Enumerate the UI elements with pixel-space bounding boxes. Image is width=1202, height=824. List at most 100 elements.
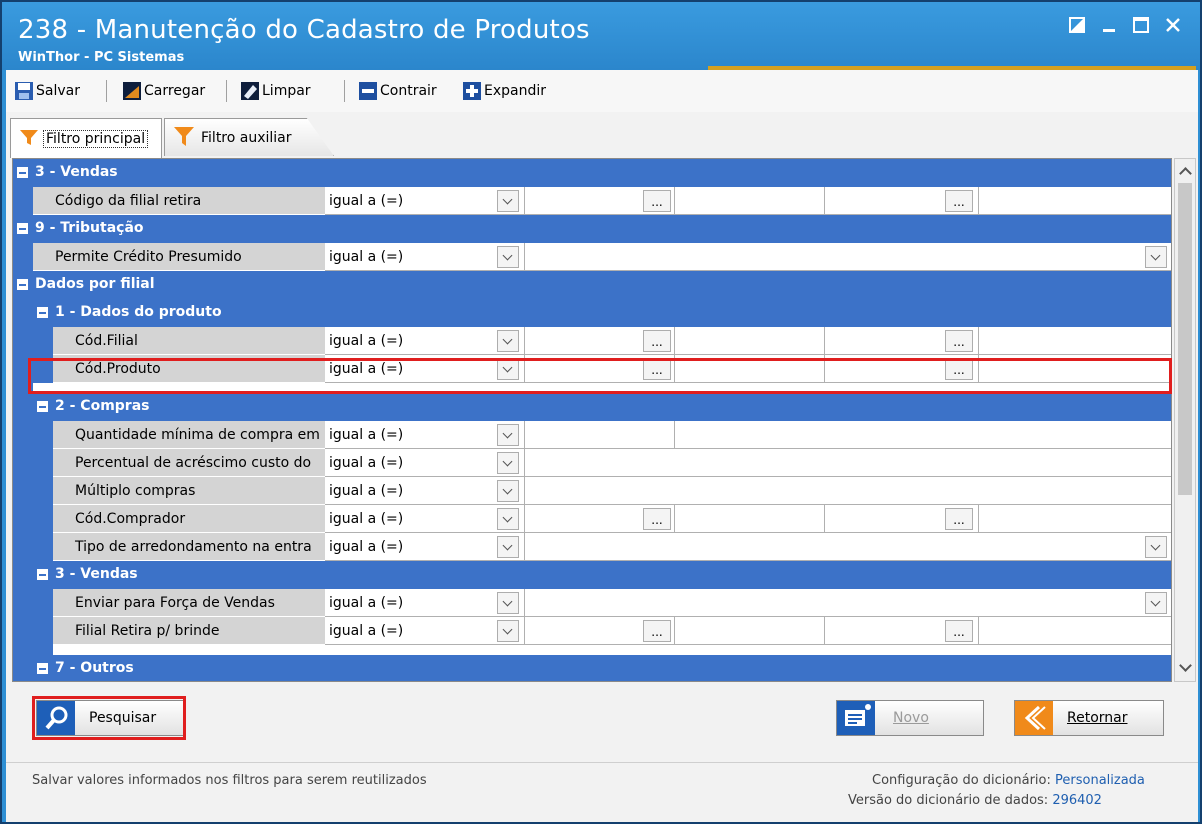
highlight-cod-produto	[28, 358, 1172, 394]
value-extra-input[interactable]	[979, 327, 1171, 355]
expand-button[interactable]: Expandir	[462, 78, 546, 104]
subgroup-header[interactable]: 2 - Compras	[13, 393, 1171, 421]
save-button[interactable]: Salvar	[14, 78, 80, 104]
operator-select[interactable]: igual a (=)	[325, 187, 525, 215]
tab-label: Filtro principal	[43, 129, 149, 148]
collapse-box-icon[interactable]	[37, 307, 48, 318]
filter-row: Cód.Comprador igual a (=) ... ...	[13, 505, 1171, 533]
chevron-down-icon[interactable]	[497, 620, 519, 642]
chevron-down-icon[interactable]	[497, 424, 519, 446]
load-button[interactable]: Carregar	[122, 78, 205, 104]
value-extra-input[interactable]	[979, 617, 1171, 645]
value-list-input[interactable]: ...	[825, 327, 979, 355]
scroll-thumb[interactable]	[1178, 183, 1192, 495]
collapse-box-icon[interactable]	[17, 167, 28, 178]
value-start-input[interactable]: ...	[525, 327, 675, 355]
dictionary-config: Configuração do dicionário: Personalizad…	[872, 773, 1145, 788]
value-start-input[interactable]: ...	[525, 187, 675, 215]
collapse-box-icon[interactable]	[37, 569, 48, 580]
ellipsis-button[interactable]: ...	[945, 508, 973, 530]
chevron-down-icon[interactable]	[497, 480, 519, 502]
window-subtitle: WinThor - PC Sistemas	[18, 50, 185, 65]
ellipsis-button[interactable]: ...	[643, 620, 671, 642]
value-input[interactable]	[525, 477, 1171, 505]
group-header[interactable]: 9 - Tributação	[13, 215, 1171, 243]
close-icon[interactable]	[1160, 12, 1186, 38]
collapse-box-icon[interactable]	[17, 223, 28, 234]
value-start-input[interactable]	[525, 421, 675, 449]
value-start-input[interactable]: ...	[525, 505, 675, 533]
chevron-down-icon[interactable]	[497, 592, 519, 614]
restore-icon[interactable]	[1064, 12, 1090, 38]
new-label: Novo	[893, 710, 929, 726]
value-end-input[interactable]	[675, 505, 825, 533]
chevron-down-icon[interactable]	[497, 452, 519, 474]
minimize-icon[interactable]	[1096, 12, 1122, 38]
group-header[interactable]: 3 - Vendas	[13, 159, 1171, 187]
operator-select[interactable]: igual a (=)	[325, 505, 525, 533]
chevron-down-icon[interactable]	[497, 330, 519, 352]
value-list-input[interactable]: ...	[825, 187, 979, 215]
value-select[interactable]	[525, 533, 1171, 561]
tab-filtro-auxiliar[interactable]: Filtro auxiliar	[164, 118, 334, 156]
group-header[interactable]: Dados por filial	[13, 271, 1171, 299]
chevron-down-icon[interactable]	[497, 508, 519, 530]
chevron-down-icon[interactable]	[497, 246, 519, 268]
collapse-label: Contrair	[380, 83, 437, 99]
filter-row: Código da filial retira igual a (=) ... …	[13, 187, 1171, 215]
operator-select[interactable]: igual a (=)	[325, 617, 525, 645]
dictionary-version-value: 296402	[1052, 793, 1102, 808]
value-start-input[interactable]: ...	[525, 617, 675, 645]
maximize-icon[interactable]	[1128, 12, 1154, 38]
value-input[interactable]	[525, 449, 1171, 477]
operator-select[interactable]: igual a (=)	[325, 477, 525, 505]
chevron-down-icon[interactable]	[1145, 246, 1167, 268]
operator-select[interactable]: igual a (=)	[325, 533, 525, 561]
ellipsis-button[interactable]: ...	[945, 190, 973, 212]
value-end-input[interactable]	[675, 617, 825, 645]
operator-select[interactable]: igual a (=)	[325, 449, 525, 477]
subgroup-header[interactable]: 1 - Dados do produto	[13, 299, 1171, 327]
collapse-box-icon[interactable]	[17, 279, 28, 290]
clear-button[interactable]: Limpar	[240, 78, 311, 104]
collapse-button[interactable]: Contrair	[358, 78, 437, 104]
value-end-input[interactable]	[675, 327, 825, 355]
subgroup-header[interactable]: 3 - Vendas	[13, 561, 1171, 589]
ellipsis-button[interactable]: ...	[643, 330, 671, 352]
value-extra-input[interactable]	[979, 505, 1171, 533]
operator-select[interactable]: igual a (=)	[325, 421, 525, 449]
field-name: Código da filial retira	[33, 187, 325, 215]
ellipsis-button[interactable]: ...	[945, 330, 973, 352]
ellipsis-button[interactable]: ...	[643, 508, 671, 530]
title-bar[interactable]: 238 - Manutenção do Cadastro de Produtos…	[2, 2, 1200, 70]
chevron-down-icon[interactable]	[497, 190, 519, 212]
chevron-down-icon[interactable]	[1145, 592, 1167, 614]
new-button[interactable]: Novo	[836, 700, 984, 736]
filter-row: Múltiplo compras igual a (=)	[13, 477, 1171, 505]
scroll-up-icon[interactable]	[1179, 165, 1191, 177]
ellipsis-button[interactable]: ...	[945, 620, 973, 642]
client-area: Salvar Carregar Limpar Contrair Expandir…	[6, 70, 1198, 822]
chevron-down-icon[interactable]	[1145, 536, 1167, 558]
value-list-input[interactable]: ...	[825, 505, 979, 533]
dictionary-config-label: Configuração do dicionário:	[872, 773, 1051, 788]
collapse-box-icon[interactable]	[37, 401, 48, 412]
return-button[interactable]: Retornar	[1014, 700, 1164, 736]
operator-select[interactable]: igual a (=)	[325, 589, 525, 617]
tab-filtro-principal[interactable]: Filtro principal	[10, 118, 162, 158]
scroll-down-icon[interactable]	[1179, 661, 1191, 673]
operator-select[interactable]: igual a (=)	[325, 243, 525, 271]
subgroup-header[interactable]: 7 - Outros	[13, 655, 1171, 681]
operator-select[interactable]: igual a (=)	[325, 327, 525, 355]
chevron-down-icon[interactable]	[497, 536, 519, 558]
value-end-input[interactable]	[675, 421, 1171, 449]
filter-row: Permite Crédito Presumido igual a (=)	[13, 243, 1171, 271]
value-select[interactable]	[525, 589, 1171, 617]
value-extra-input[interactable]	[979, 187, 1171, 215]
value-end-input[interactable]	[675, 187, 825, 215]
value-list-input[interactable]: ...	[825, 617, 979, 645]
value-select[interactable]	[525, 243, 1171, 271]
vertical-scrollbar[interactable]	[1174, 158, 1196, 682]
collapse-box-icon[interactable]	[37, 663, 48, 674]
ellipsis-button[interactable]: ...	[643, 190, 671, 212]
